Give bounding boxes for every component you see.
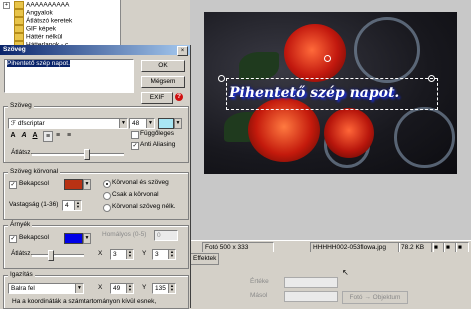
thickness-input[interactable]: 4 ▲ ▼ (62, 200, 82, 211)
transparency-slider[interactable] (84, 149, 90, 160)
folder-icon (14, 1, 24, 9)
align-left-icon[interactable]: ≡ (43, 131, 53, 142)
chevron-down-icon[interactable]: ▼ (75, 284, 83, 293)
align-group-title: Igazítás (8, 271, 35, 279)
chevron-down-icon[interactable]: ▼ (119, 119, 127, 128)
shadow-x-label: X (98, 250, 103, 257)
outline-mode-label: Körvonal és szöveg (112, 179, 169, 186)
spin-icon[interactable]: ▲ ▼ (126, 284, 133, 293)
field-b-label: Másol (250, 292, 268, 299)
align-y-input[interactable]: 135 ▲ ▼ (152, 283, 176, 294)
format-toolbar: A A A ≡ ≡ ≡ (9, 131, 79, 142)
photo[interactable]: Pihentető szép napot. (204, 12, 457, 174)
ironwork-curl (354, 17, 420, 83)
shadow-x-input[interactable]: 3 ▲ ▼ (110, 249, 134, 260)
spin-icon[interactable]: ▲ ▼ (74, 201, 81, 210)
align-center-icon[interactable]: ≡ (54, 131, 62, 140)
tab-effects[interactable]: Effektek (190, 253, 220, 265)
field-b-input[interactable] (284, 291, 338, 302)
ok-button[interactable]: OK (141, 60, 185, 72)
folder-icon (14, 9, 24, 17)
spin-icon[interactable]: ▲ ▼ (126, 250, 133, 259)
tree-item[interactable]: Háttér nélkül (14, 33, 63, 41)
shadow-enable-checkbox[interactable]: ✓ (9, 235, 17, 243)
photo-text-overlay[interactable]: Pihentető szép napot. (229, 80, 434, 106)
expand-icon[interactable]: + (3, 2, 10, 9)
vertical-checkbox[interactable] (131, 131, 139, 139)
tree-item[interactable]: Átlátszó keretek (14, 17, 72, 25)
shadow-transparency-track[interactable] (32, 254, 84, 257)
bold-icon[interactable]: A (9, 131, 17, 140)
help-icon[interactable]: ? (175, 93, 183, 101)
close-icon[interactable]: × (177, 46, 188, 56)
blur-label: Homályos (0-5) (102, 231, 147, 238)
shadow-group-title: Árnyék (8, 221, 33, 229)
field-a-label: Értéke (250, 278, 269, 285)
chevron-down-icon[interactable]: ▼ (83, 179, 91, 190)
dialog-title: Szöveg (3, 46, 26, 53)
exif-button[interactable]: EXIF (141, 92, 173, 104)
outline-mode-radio[interactable] (103, 204, 111, 212)
folder-icon (14, 33, 24, 41)
antialias-label: Anti Aliasing (140, 141, 176, 148)
outline-group-title: Szöveg körvonal (8, 168, 61, 176)
antialias-checkbox[interactable]: ✓ (131, 142, 139, 150)
font-select[interactable]: ℱ dfscriptar ▼ (8, 118, 128, 129)
italic-icon[interactable]: A (20, 131, 28, 140)
text-group-title: Szöveg (8, 102, 34, 110)
outline-mode-radio[interactable] (103, 180, 111, 188)
font-icon: ℱ (11, 120, 18, 127)
shadow-enable-label: Bekapcsol (19, 234, 49, 241)
chevron-down-icon[interactable]: ▼ (146, 119, 154, 128)
folder-icon (14, 25, 24, 33)
transparency-slider-track[interactable] (32, 153, 124, 156)
shadow-transparency-label: Átlátsz. (11, 250, 33, 257)
chevron-down-icon[interactable]: ▼ (83, 233, 91, 244)
move-handle-icon[interactable] (218, 75, 225, 82)
cancel-button[interactable]: Mégsem (141, 76, 185, 88)
outline-color-swatch[interactable] (64, 179, 83, 190)
pointer-icon[interactable]: ↖ (342, 268, 349, 277)
field-a-input[interactable] (284, 277, 338, 288)
folder-tree[interactable]: + AAAAAAAAAA Angyalok Átlátszó keretek G… (0, 0, 121, 50)
text-dialog: Szöveg × Pihentető szép napot. OK Mégsem… (0, 45, 191, 309)
shadow-color-swatch[interactable] (64, 233, 83, 244)
text-color-swatch[interactable] (158, 118, 174, 129)
spin-icon[interactable]: ▲ ▼ (168, 250, 175, 259)
align-note: Ha a koordináták a számtartományon kívül… (12, 298, 157, 305)
blur-input[interactable]: 0 (154, 230, 178, 241)
align-y-label: Y (142, 284, 147, 291)
ironwork-curl (394, 107, 455, 168)
outline-enable-label: Bekapcsol (19, 180, 49, 187)
chevron-down-icon[interactable]: ▼ (174, 118, 182, 129)
shadow-y-label: Y (142, 250, 147, 257)
align-x-input[interactable]: 49 ▲ ▼ (110, 283, 134, 294)
dialog-titlebar[interactable]: Szöveg × (0, 45, 190, 56)
shadow-y-input[interactable]: 3 ▲ ▼ (152, 249, 176, 260)
outline-enable-checkbox[interactable]: ✓ (9, 181, 17, 189)
transparency-label: Átlátsz. (11, 149, 33, 156)
position-select[interactable]: Balra fel ▼ (8, 283, 84, 294)
rose (324, 108, 374, 158)
shadow-transparency-slider[interactable] (48, 250, 54, 261)
tree-item[interactable]: GIF képek (14, 25, 56, 33)
folder-icon (14, 17, 24, 25)
tree-item[interactable]: Angyalok (14, 9, 53, 17)
align-right-icon[interactable]: ≡ (65, 131, 73, 140)
outline-mode-label: Körvonal szöveg nélk. (112, 203, 176, 210)
photo-to-object-button[interactable]: Fotó → Objektum (342, 291, 408, 304)
rose (284, 24, 346, 82)
thickness-label: Vastagság (1-36) (9, 201, 59, 208)
tree-item[interactable]: AAAAAAAAAA (14, 1, 69, 9)
outline-mode-label: Csak a körvonal (112, 191, 159, 198)
rotate-handle-icon[interactable] (324, 55, 331, 62)
outline-mode-radio[interactable] (103, 192, 111, 200)
spin-icon[interactable]: ▲ ▼ (168, 284, 175, 293)
leaf (239, 52, 279, 80)
align-x-label: X (98, 284, 103, 291)
text-input[interactable]: Pihentető szép napot. (4, 59, 134, 93)
underline-icon[interactable]: A (31, 131, 39, 140)
vertical-label: Függőleges (140, 130, 174, 137)
font-size-select[interactable]: 48 ▼ (129, 118, 155, 129)
